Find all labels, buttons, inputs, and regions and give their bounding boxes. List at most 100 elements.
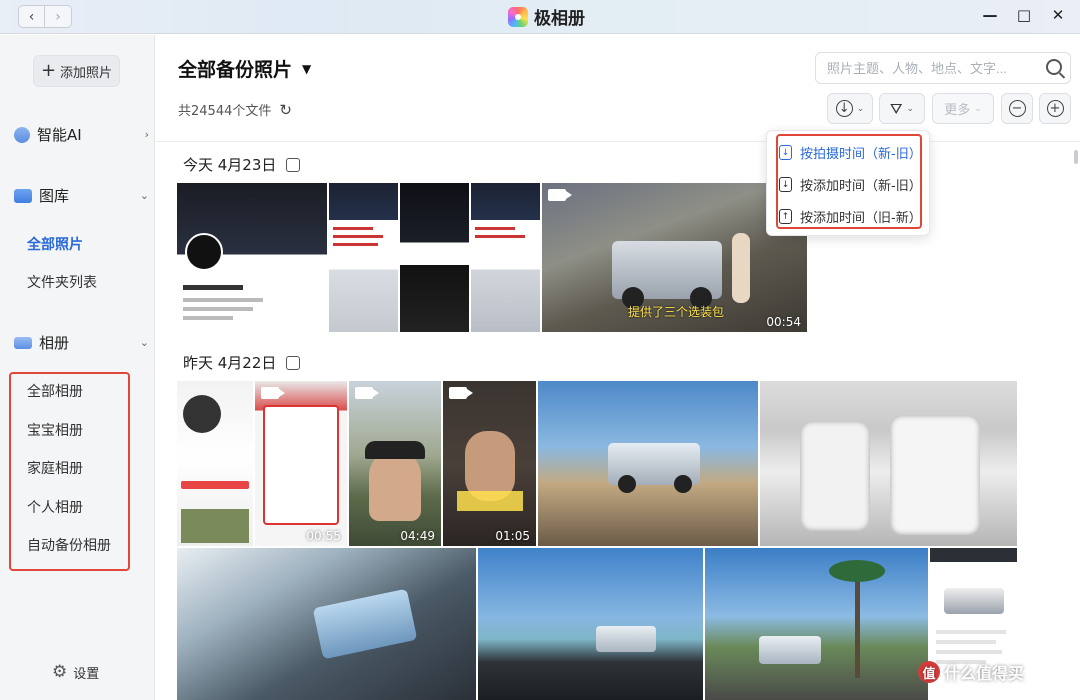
ai-landscape-icon — [14, 126, 30, 143]
palm-leaves — [829, 560, 885, 582]
select-day-checkbox[interactable] — [286, 157, 301, 172]
photo-thumbnail[interactable] — [177, 548, 476, 700]
video-thumbnail[interactable]: 00:55 — [255, 381, 347, 546]
text-line — [475, 227, 515, 230]
maximize-icon[interactable]: □ — [1016, 6, 1032, 24]
caret-down-icon: ▼ — [302, 61, 312, 76]
avatar — [183, 395, 221, 433]
video-duration: 04:49 — [400, 529, 435, 543]
date-section-header: 昨天 4月22日 — [183, 352, 301, 373]
sort-time-icon: ↓ — [835, 100, 853, 117]
chevron-down-icon: ⌄ — [974, 103, 982, 114]
chevron-right-icon: › — [55, 8, 61, 25]
follow-button-shape — [181, 481, 249, 489]
settings-label: 设置 — [73, 666, 100, 682]
title-bar: ‹ › 极相册 — □ ✕ — [0, 0, 1080, 34]
video-thumbnail[interactable]: 01:05 — [443, 381, 536, 546]
zoom-out-icon: − — [1008, 100, 1026, 117]
search-input[interactable] — [827, 60, 1037, 76]
sidebar-item-family-album[interactable]: 家庭相册 — [27, 458, 83, 478]
photo-thumbnail[interactable] — [538, 381, 758, 546]
sidebar-item-auto-backup-album[interactable]: 自动备份相册 — [27, 535, 111, 555]
sidebar-group-label: 智能AI — [37, 126, 82, 144]
select-day-checkbox[interactable] — [286, 355, 301, 370]
chevron-down-icon: ⌄ — [139, 189, 149, 202]
photo-thumbnail[interactable] — [760, 381, 1017, 546]
zoom-in-button[interactable]: + — [1039, 93, 1071, 124]
text-line — [475, 235, 525, 238]
text-line — [333, 227, 373, 230]
video-camera-icon — [548, 189, 572, 201]
window-controls: — □ ✕ — [982, 6, 1066, 24]
sidebar-group-label: 图库 — [39, 187, 70, 205]
video-camera-icon — [355, 387, 379, 399]
watermark-text: 什么值得买 — [944, 664, 1025, 683]
face-shape — [369, 451, 421, 521]
site-watermark: 值 什么值得买 — [918, 660, 1024, 684]
photo-thumbnail[interactable] — [471, 183, 540, 332]
page-title-dropdown[interactable]: 全部备份照片 ▼ — [178, 55, 311, 82]
search-icon[interactable] — [1046, 59, 1062, 75]
sidebar-group-albums[interactable]: 相册 ⌄ — [14, 332, 149, 353]
header-divider — [155, 141, 1080, 142]
forward-button[interactable]: › — [45, 5, 72, 28]
zoom-out-button[interactable]: − — [1001, 93, 1033, 124]
photo-thumbnail[interactable] — [705, 548, 928, 700]
video-thumbnail[interactable]: 04:49 — [349, 381, 441, 546]
app-logo-icon — [508, 6, 528, 27]
video-camera-icon — [261, 387, 285, 399]
text-line — [936, 630, 1006, 634]
date-section-header: 今天 4月23日 — [183, 154, 301, 175]
car-shape — [944, 588, 1004, 614]
sidebar-group-ai[interactable]: 智能AI › — [14, 124, 149, 145]
sidebar-item-all-photos[interactable]: 全部照片 — [27, 234, 83, 254]
photo-thumbnail[interactable] — [400, 183, 469, 332]
text-line — [333, 243, 378, 246]
text-line — [183, 298, 263, 302]
chevron-down-icon: ⌄ — [139, 336, 149, 349]
more-label: 更多 — [944, 103, 971, 118]
watermark-logo-icon: 值 — [918, 661, 940, 683]
more-button[interactable]: 更多 ⌄ — [932, 93, 994, 124]
photo-thumbnail[interactable] — [478, 548, 703, 700]
person-shape — [732, 233, 750, 303]
gear-icon: ⚙ — [52, 662, 68, 682]
scrollbar-thumb[interactable] — [1074, 150, 1078, 164]
photo-thumbnail[interactable] — [177, 381, 253, 546]
text-line — [183, 307, 253, 311]
sidebar-item-all-albums[interactable]: 全部相册 — [27, 381, 83, 401]
video-duration: 00:54 — [766, 315, 801, 329]
sidebar-item-personal-album[interactable]: 个人相册 — [27, 497, 83, 517]
text-line — [936, 650, 1002, 654]
back-button[interactable]: ‹ — [18, 5, 45, 28]
text-line — [183, 316, 233, 320]
refresh-icon[interactable]: ↻ — [279, 101, 292, 119]
sidebar-item-folder-list[interactable]: 文件夹列表 — [27, 272, 97, 292]
chevron-down-icon: ⌄ — [856, 103, 865, 114]
sidebar-group-gallery[interactable]: 图库 ⌄ — [14, 185, 149, 206]
sidebar-group-label: 相册 — [39, 334, 70, 352]
file-count: 共24544个文件 — [178, 104, 272, 119]
close-icon[interactable]: ✕ — [1050, 6, 1066, 24]
filter-button[interactable]: ⛛ ⌄ — [879, 93, 925, 124]
sidebar-item-baby-album[interactable]: 宝宝相册 — [27, 420, 83, 440]
search-box[interactable] — [815, 52, 1071, 84]
wheel — [618, 475, 636, 493]
settings-button[interactable]: ⚙ 设置 — [52, 662, 99, 682]
app-title-group: 极相册 — [508, 4, 585, 29]
sort-highlight-box — [776, 134, 922, 229]
video-duration: 01:05 — [495, 529, 530, 543]
video-caption: 提供了三个选装包 — [628, 305, 725, 319]
zoom-in-icon: + — [1046, 100, 1064, 117]
sort-button[interactable]: ↓ ⌄ — [827, 93, 873, 124]
add-photo-button[interactable]: + 添加照片 — [33, 55, 120, 87]
photo-thumbnail[interactable] — [177, 183, 327, 332]
video-duration: 00:55 — [306, 529, 341, 543]
sidebar: + 添加照片 智能AI › 图库 ⌄ 全部照片 文件夹列表 相册 ⌄ 全部相册 … — [0, 35, 155, 700]
photo-thumbnail[interactable] — [329, 183, 398, 332]
car-shape — [759, 636, 821, 664]
minimize-icon[interactable]: — — [982, 6, 998, 24]
text-line — [183, 285, 243, 290]
phone-frame — [263, 405, 339, 525]
seat-shape — [800, 421, 870, 531]
